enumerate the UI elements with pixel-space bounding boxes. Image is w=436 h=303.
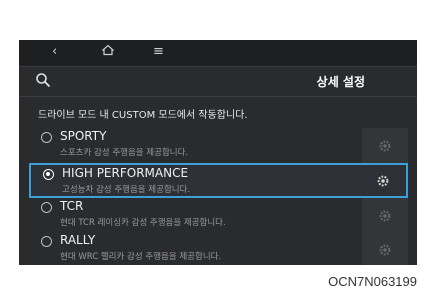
gear-icon <box>379 210 391 221</box>
mode-item-rally[interactable]: RALLY 현대 WRC 랠리카 감성 주행음을 제공합니다. <box>29 232 408 265</box>
mode-desc: 현대 TCR 레이싱카 감성 주행음을 제공합니다. <box>60 218 226 228</box>
top-navigation-bar: ‹ ≡ <box>19 40 417 67</box>
back-icon[interactable]: ‹ <box>52 44 57 60</box>
radio-button[interactable] <box>41 202 52 213</box>
mode-item-sporty[interactable]: SPORTY 스포츠카 감성 주행음을 제공합니다. <box>29 128 408 163</box>
mode-desc: 현대 WRC 랠리카 감성 주행음을 제공합니다. <box>60 252 222 262</box>
mode-item-high-performance[interactable]: HIGH PERFORMANCE 고성능차 감성 주행음을 제공합니다. <box>29 163 408 198</box>
mode-name: RALLY <box>60 233 96 247</box>
mode-name: SPORTY <box>60 129 107 143</box>
mode-item-tcr[interactable]: TCR 현대 TCR 레이싱카 감성 주행음을 제공합니다. <box>29 198 408 233</box>
figure-caption: OCN7N063199 <box>328 274 417 289</box>
radio-button[interactable] <box>41 236 52 247</box>
title-bar: 상세 설정 <box>19 66 417 97</box>
home-icon[interactable] <box>101 44 115 61</box>
radio-button-selected[interactable] <box>43 169 54 180</box>
settings-button[interactable] <box>362 232 408 265</box>
gear-icon <box>379 140 391 151</box>
mode-desc: 고성능차 감성 주행음을 제공합니다. <box>62 185 191 195</box>
search-icon[interactable] <box>35 72 53 90</box>
menu-icon[interactable]: ≡ <box>153 44 164 60</box>
mode-name: TCR <box>60 199 84 213</box>
settings-button[interactable] <box>362 128 408 163</box>
settings-button[interactable] <box>360 165 406 196</box>
mode-description: 드라이브 모드 내 CUSTOM 모드에서 작동합니다. <box>38 110 248 121</box>
gear-icon <box>377 175 389 186</box>
mode-desc: 스포츠카 감성 주행음을 제공합니다. <box>60 148 189 158</box>
infotainment-screen: ‹ ≡ 상세 설정 드라이브 모드 내 CUSTOM 모드에서 작동합니다. S… <box>19 40 417 265</box>
mode-name: HIGH PERFORMANCE <box>62 166 189 180</box>
radio-button[interactable] <box>41 132 52 143</box>
gear-icon <box>379 244 391 255</box>
page-title: 상세 설정 <box>316 75 365 89</box>
settings-button[interactable] <box>362 198 408 233</box>
